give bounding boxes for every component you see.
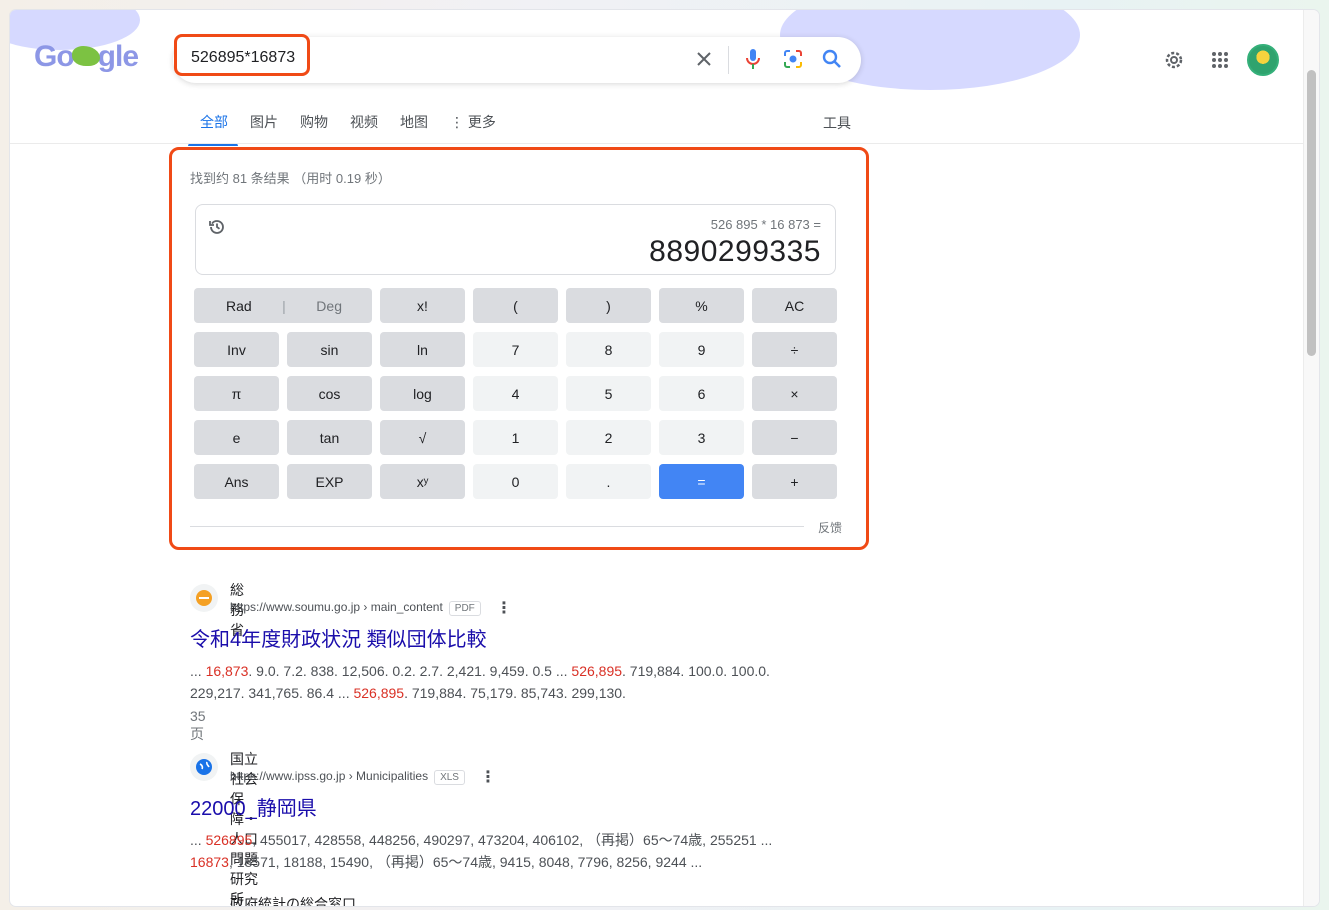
result-url[interactable]: https://www.soumu.go.jp › main_content PD…: [230, 600, 481, 616]
add-key[interactable]: +: [752, 464, 837, 499]
ans-key[interactable]: Ans: [194, 464, 279, 499]
search-divider: [728, 46, 729, 74]
tab-shopping[interactable]: 购物: [300, 112, 328, 146]
rad-deg-toggle[interactable]: Rad | Deg: [194, 288, 372, 323]
lens-camera-icon[interactable]: [781, 47, 805, 71]
digit-0-key[interactable]: 0: [473, 464, 558, 499]
inv-key[interactable]: Inv: [194, 332, 279, 367]
multiply-key[interactable]: ×: [752, 376, 837, 411]
decimal-key[interactable]: .: [566, 464, 651, 499]
tab-more[interactable]: ⋮ 更多: [450, 112, 496, 146]
file-type-badge: XLS: [434, 770, 465, 785]
divide-key[interactable]: ÷: [752, 332, 837, 367]
url-text[interactable]: https://www.soumu.go.jp › main_content: [230, 600, 443, 614]
feedback-link[interactable]: 反馈: [818, 519, 842, 536]
result-title[interactable]: 22000_静岡県: [190, 792, 317, 821]
cos-key[interactable]: cos: [287, 376, 372, 411]
log-key[interactable]: log: [380, 376, 465, 411]
all-clear-key[interactable]: AC: [752, 288, 837, 323]
calculator-expression: 526 895 * 16 873 =: [710, 217, 821, 232]
ln-key[interactable]: ln: [380, 332, 465, 367]
sin-key[interactable]: sin: [287, 332, 372, 367]
digit-6-key[interactable]: 6: [659, 376, 744, 411]
search-input[interactable]: 526895*16873: [191, 49, 295, 67]
next-result-site-name[interactable]: 政府統計の総合窓口: [230, 894, 356, 906]
file-type-badge: PDF: [448, 601, 481, 616]
e-key[interactable]: e: [194, 420, 279, 455]
tab-maps[interactable]: 地图: [400, 112, 428, 146]
feedback-divider: [190, 526, 804, 527]
equals-key[interactable]: =: [659, 464, 744, 499]
subtract-key[interactable]: −: [752, 420, 837, 455]
digit-7-key[interactable]: 7: [473, 332, 558, 367]
browser-window: Go gle 526895*16873 全部 图片 购物 视频 地图 ⋮ 更多 工…: [10, 10, 1319, 906]
history-icon[interactable]: [207, 217, 227, 237]
close-paren-key[interactable]: ): [566, 288, 651, 323]
open-paren-key[interactable]: (: [473, 288, 558, 323]
result-url[interactable]: https://www.ipss.go.jp › Municipalities X…: [230, 769, 465, 785]
sqrt-key[interactable]: √: [380, 420, 465, 455]
scrollbar-thumb[interactable]: [1307, 70, 1316, 356]
tab-images[interactable]: 图片: [250, 112, 278, 146]
digit-9-key[interactable]: 9: [659, 332, 744, 367]
settings-gear-icon[interactable]: [1162, 48, 1186, 72]
url-text[interactable]: https://www.ipss.go.jp › Municipalities: [230, 769, 428, 783]
exp-key[interactable]: EXP: [287, 464, 372, 499]
result-snippet-line-2: 229,217. 341,765. 86.4 ... 526,895. 719,…: [190, 685, 626, 701]
microphone-icon[interactable]: [741, 47, 765, 71]
digit-5-key[interactable]: 5: [566, 376, 651, 411]
tan-key[interactable]: tan: [287, 420, 372, 455]
account-avatar[interactable]: [1247, 44, 1279, 76]
page-count: 35 页: [190, 708, 206, 742]
globe-icon[interactable]: [190, 753, 218, 781]
percent-key[interactable]: %: [659, 288, 744, 323]
factorial-key[interactable]: x!: [380, 288, 465, 323]
google-logo[interactable]: Go gle: [34, 40, 139, 74]
tools-button[interactable]: 工具: [823, 113, 851, 133]
digit-4-key[interactable]: 4: [473, 376, 558, 411]
tab-videos[interactable]: 视频: [350, 112, 378, 146]
result-title[interactable]: 令和4年度財政状況 類似団体比較: [190, 623, 487, 652]
search-tabs: 全部 图片 购物 视频 地图 ⋮ 更多: [188, 112, 518, 146]
pi-key[interactable]: π: [194, 376, 279, 411]
result-snippet-line-2: 16873, 18571, 18188, 15490, （再掲）65〜74歳, …: [190, 854, 703, 870]
search-icon[interactable]: [820, 47, 844, 71]
result-snippet-line-1: ... 526895, 455017, 428558, 448256, 4902…: [190, 832, 773, 848]
deg-button[interactable]: Deg: [316, 298, 342, 314]
result-stats: 找到约 81 条结果 （用时 0.19 秒）: [190, 171, 391, 186]
result-snippet-line-1: ... 16,873. 9.0. 7.2. 838. 12,506. 0.2. …: [190, 663, 770, 679]
rad-button[interactable]: Rad: [226, 298, 252, 314]
apps-grid-icon[interactable]: [1208, 48, 1232, 72]
calculator-result: 8890299335: [649, 235, 821, 268]
site-favicon-icon[interactable]: [190, 584, 218, 612]
doodle-mascot-icon: [71, 46, 100, 67]
scrollbar[interactable]: [1303, 10, 1319, 906]
digit-2-key[interactable]: 2: [566, 420, 651, 455]
header-divider: [10, 143, 1304, 144]
calculator-display: 526 895 * 16 873 = 8890299335: [195, 204, 836, 275]
more-options-icon[interactable]: ⋮: [480, 767, 496, 787]
more-options-icon[interactable]: ⋮: [496, 598, 512, 618]
digit-1-key[interactable]: 1: [473, 420, 558, 455]
digit-3-key[interactable]: 3: [659, 420, 744, 455]
clear-icon[interactable]: [692, 47, 716, 71]
digit-8-key[interactable]: 8: [566, 332, 651, 367]
tab-all[interactable]: 全部: [188, 112, 238, 146]
power-key[interactable]: xʸ: [380, 464, 465, 499]
